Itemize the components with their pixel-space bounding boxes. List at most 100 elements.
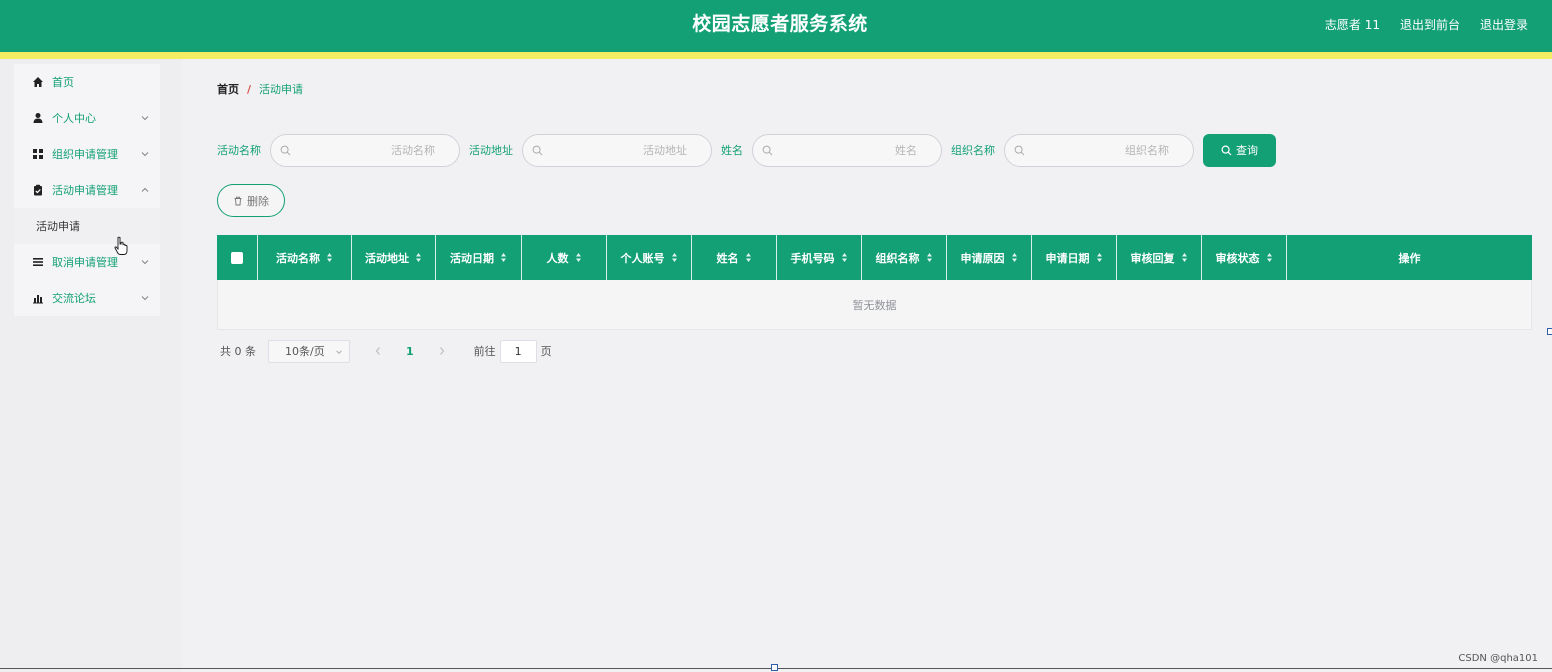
page-number-current[interactable]: 1 [406,345,414,358]
delete-button[interactable]: 删除 [217,184,285,217]
column-header[interactable]: 个人账号 [607,235,692,280]
column-label: 姓名 [716,251,739,265]
org-name-placeholder: 组织名称 [1125,144,1169,157]
sidebar-item-label: 活动申请管理 [52,184,118,197]
column-label: 活动日期 [450,251,494,265]
column-label: 组织名称 [875,251,920,265]
next-page-button[interactable] [436,345,448,357]
query-button-label: 查询 [1236,144,1258,157]
select-all-cell [217,235,258,280]
sidebar-item-org-application[interactable]: 组织申请管理 [14,136,160,172]
chevron-down-icon [141,116,149,121]
column-header[interactable]: 审核回复 [1117,235,1202,280]
column-label: 审核回复 [1130,251,1175,265]
header-links: 志愿者 11 退出到前台 退出登录 [1325,0,1528,48]
sidebar-item-label: 首页 [52,76,74,89]
activity-address-input[interactable]: 活动地址 [522,133,712,167]
column-label: 活动地址 [365,251,409,265]
column-label: 申请原因 [960,251,1005,265]
column-header[interactable]: 活动日期 [436,235,522,280]
chevron-down-icon [336,349,342,354]
column-label: 操作 [1398,251,1421,265]
activity-name-label: 活动名称 [217,144,261,157]
table-empty-row: 暂无数据 [217,280,1532,330]
sidebar-item-cancel-application[interactable]: 取消申请管理 [14,244,160,280]
app-title: 校园志愿者服务系统 [692,13,868,35]
column-header[interactable]: 审核状态 [1202,235,1287,280]
sidebar-item-forum[interactable]: 交流论坛 [14,280,160,316]
total-count: 共 0 条 [220,345,256,358]
column-header-actions: 操作 [1287,235,1532,280]
sort-icon [1096,253,1102,262]
trash-icon [234,196,242,205]
breadcrumb-home[interactable]: 首页 [217,81,239,97]
header-stripe [0,52,1552,59]
grid-icon [32,148,44,160]
sidebar-item-personal-center[interactable]: 个人中心 [14,100,160,136]
sort-icon [926,253,932,262]
sidebar-item-home[interactable]: 首页 [14,64,160,100]
sort-icon [841,253,847,262]
breadcrumb-current: 活动申请 [259,83,304,96]
sidebar-subitem-activity-apply[interactable]: 活动申请 [14,208,160,244]
chevron-right-icon [439,347,444,355]
resize-handle-right[interactable] [1547,328,1552,335]
column-header[interactable]: 手机号码 [777,235,862,280]
activity-name-input[interactable]: 活动名称 [270,133,460,167]
column-label: 手机号码 [790,251,835,265]
goto-page-input[interactable]: 1 [499,339,537,363]
page-jump: 前往 1 页 [473,339,552,363]
column-header[interactable]: 组织名称 [862,235,947,280]
column-header[interactable]: 活动名称 [258,235,352,280]
sidebar-item-label: 组织申请管理 [52,148,118,161]
exit-to-front-link[interactable]: 退出到前台 [1400,16,1460,33]
sort-icon [1181,253,1187,262]
page-size-value: 10条/页 [285,345,325,358]
goto-suffix: 页 [540,345,552,358]
query-button[interactable]: 查询 [1203,133,1276,167]
search-icon [532,145,543,155]
clipboard-icon [32,184,44,196]
sidebar-item-label: 个人中心 [52,112,96,125]
sort-icon [671,253,677,262]
prev-page-button[interactable] [372,345,384,357]
column-header[interactable]: 活动地址 [352,235,436,280]
column-header[interactable]: 人数 [522,235,607,280]
column-header[interactable]: 申请原因 [947,235,1032,280]
resize-handle-bottom[interactable] [771,664,778,671]
pagination: 共 0 条 10条/页 1 前往 1 页 [220,339,552,363]
home-icon [32,76,44,88]
search-form: 活动名称 活动名称 活动地址 活动地址 姓名 姓名 组织名称 组织名称 查询 [217,133,1276,167]
page-size-select[interactable]: 10条/页 [268,339,350,363]
top-header: 校园志愿者服务系统 志愿者 11 退出到前台 退出登录 [0,0,1552,52]
sort-icon [416,253,421,262]
org-name-input[interactable]: 组织名称 [1004,133,1194,167]
column-label: 申请日期 [1045,251,1090,265]
sort-icon [501,253,506,262]
column-label: 活动名称 [276,251,320,265]
search-icon [1221,144,1232,155]
sidebar-menu: 首页 个人中心 组织申请管理 活动申请管理 活动申请 取消申请管理 交流论坛 [14,64,160,316]
column-header[interactable]: 申请日期 [1032,235,1117,280]
sidebar-item-activity-application[interactable]: 活动申请管理 [14,172,160,208]
activity-address-label: 活动地址 [469,144,513,157]
sort-icon [1011,253,1017,262]
org-name-label: 组织名称 [951,144,995,157]
column-label: 个人账号 [620,251,665,265]
name-input[interactable]: 姓名 [752,133,942,167]
chevron-down-icon [141,296,149,301]
breadcrumb: 首页 / 活动申请 [217,81,303,97]
name-label: 姓名 [721,144,743,157]
user-icon [32,112,44,124]
logout-link[interactable]: 退出登录 [1480,16,1528,33]
goto-prefix: 前往 [473,345,496,358]
sort-icon [575,253,581,262]
delete-button-label: 删除 [247,194,269,208]
select-all-checkbox[interactable] [231,251,243,264]
bar-chart-icon [32,292,44,304]
sort-icon [745,253,751,262]
activity-name-placeholder: 活动名称 [391,144,435,157]
user-name[interactable]: 志愿者 11 [1325,16,1380,33]
column-header[interactable]: 姓名 [692,235,777,280]
chevron-down-icon [141,260,149,265]
